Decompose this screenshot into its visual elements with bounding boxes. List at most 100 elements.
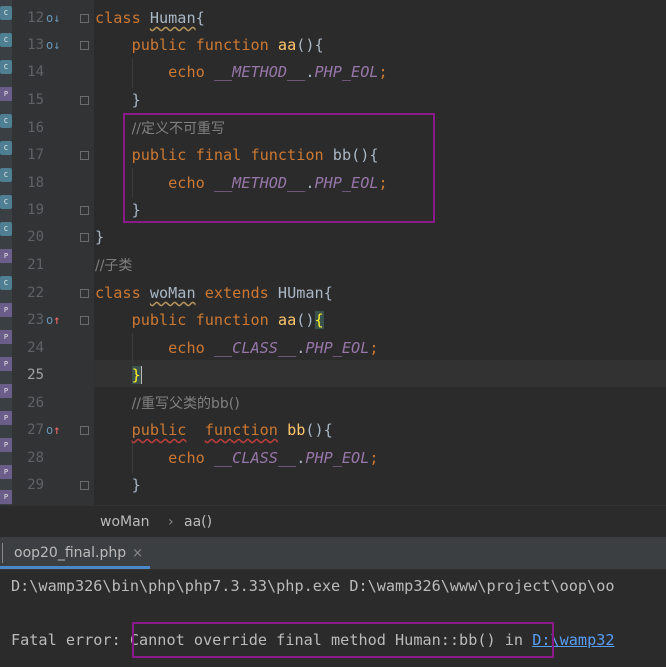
line-number: 21	[27, 257, 44, 273]
fold-icon[interactable]	[80, 14, 89, 23]
class-file-icon[interactable]: C	[0, 114, 12, 128]
php-file-icon[interactable]: P	[0, 330, 12, 344]
run-tool-window-tabs: oop20_final.php ×	[0, 537, 666, 570]
keyword: function	[195, 36, 269, 54]
error-prefix: Fatal error:	[11, 631, 130, 649]
code-line-12[interactable]: class Human{	[95, 5, 205, 32]
breadcrumb-method[interactable]: aa()	[184, 506, 212, 538]
parent-class-name: HUman	[277, 284, 324, 302]
fold-icon[interactable]	[80, 289, 89, 298]
implemented-marker-icon[interactable]: o↓	[46, 32, 60, 59]
class-name: woMan	[149, 284, 196, 302]
close-icon[interactable]: ×	[132, 546, 143, 561]
punct: .	[296, 339, 306, 357]
php-file-icon[interactable]: P	[0, 303, 12, 317]
tab-run-file[interactable]: oop20_final.php ×	[0, 537, 150, 569]
brace: }	[131, 91, 141, 109]
class-file-icon[interactable]: C	[0, 276, 12, 290]
keyword: echo	[168, 449, 205, 467]
fold-icon[interactable]	[80, 96, 89, 105]
line-number: 24	[27, 340, 44, 356]
console-command-line: D:\wamp326\bin\php\php7.3.33\php.exe D:\…	[11, 577, 615, 595]
class-file-icon[interactable]: C	[0, 168, 12, 182]
code-line-27[interactable]: public function bb(){	[95, 417, 333, 444]
overrides-marker-icon[interactable]: o↑	[46, 307, 60, 334]
code-line-13[interactable]: public function aa(){	[95, 32, 324, 59]
overrides-marker-icon[interactable]: o↑	[46, 417, 60, 444]
comment: //重写父类的bb()	[131, 396, 240, 412]
brace: {	[195, 9, 205, 27]
code-line-20[interactable]: }	[95, 224, 104, 251]
comment: //子类	[95, 258, 133, 274]
class-file-icon[interactable]: C	[0, 6, 12, 20]
php-file-icon[interactable]: P	[0, 384, 12, 398]
line-number: 28	[27, 450, 44, 466]
fold-icon[interactable]	[80, 316, 89, 325]
punct: ()	[296, 311, 315, 329]
implemented-marker-icon[interactable]: o↓	[46, 5, 60, 32]
punct: (){	[305, 421, 333, 439]
line-number: 23	[27, 312, 44, 328]
code-line-26[interactable]: //重写父类的bb()	[95, 390, 240, 417]
breadcrumb: woMan › aa()	[0, 505, 666, 538]
php-file-icon[interactable]: P	[0, 438, 12, 452]
fold-icon[interactable]	[80, 206, 89, 215]
keyword: public	[131, 421, 187, 439]
php-file-icon[interactable]: P	[0, 465, 12, 479]
fold-icon[interactable]	[80, 233, 89, 242]
keyword: echo	[168, 63, 205, 81]
line-number: 12	[27, 10, 44, 26]
code-line-14[interactable]: echo __METHOD__.PHP_EOL;	[95, 59, 388, 86]
keyword: public	[131, 311, 187, 329]
keyword: function	[204, 421, 278, 439]
tab-label: oop20_final.php	[14, 545, 127, 561]
code-line-15[interactable]: }	[95, 87, 141, 114]
line-number-active: 25	[27, 367, 44, 383]
class-file-icon[interactable]: C	[0, 60, 12, 74]
code-line-29[interactable]: }	[95, 472, 141, 499]
php-file-icon[interactable]: P	[0, 357, 12, 371]
php-file-icon[interactable]: P	[0, 490, 12, 504]
keyword: class	[95, 284, 141, 302]
breadcrumb-separator: ›	[168, 514, 174, 530]
keyword: class	[95, 9, 141, 27]
fold-icon[interactable]	[80, 426, 89, 435]
punct: (){	[296, 36, 324, 54]
class-file-icon[interactable]: C	[0, 33, 12, 47]
line-number: 17	[27, 147, 44, 163]
tab-separator	[2, 543, 4, 563]
annotation-highlight-box	[123, 113, 435, 223]
php-file-icon[interactable]: P	[0, 411, 12, 425]
code-line-23[interactable]: public function aa(){	[95, 307, 324, 334]
class-file-icon[interactable]: C	[0, 141, 12, 155]
keyword: function	[195, 311, 269, 329]
php-file-icon[interactable]: P	[0, 249, 12, 263]
error-highlight-box	[132, 622, 554, 658]
function-name: aa	[277, 311, 297, 329]
code-line-25[interactable]: }	[95, 362, 142, 389]
run-console-output[interactable]: D:\wamp326\bin\php\php7.3.33\php.exe D:\…	[0, 570, 666, 667]
magic-constant: __CLASS__	[213, 449, 297, 467]
brace: }	[95, 228, 105, 246]
fold-icon[interactable]	[80, 41, 89, 50]
class-file-icon[interactable]: C	[0, 222, 12, 236]
class-file-icon[interactable]: C	[0, 195, 12, 209]
matched-brace: {	[314, 311, 324, 329]
fold-icon[interactable]	[80, 151, 89, 160]
keyword: extends	[204, 284, 269, 302]
semicolon: ;	[378, 63, 388, 81]
line-number: 15	[27, 92, 44, 108]
code-editor[interactable]: C C C P C C C C C P C P P P P P P P P 12…	[0, 0, 666, 505]
code-line-22[interactable]: class woMan extends HUman{	[95, 280, 333, 307]
code-line-24[interactable]: echo __CLASS__.PHP_EOL;	[95, 335, 378, 362]
breadcrumb-class[interactable]: woMan	[100, 506, 150, 538]
fold-icon[interactable]	[80, 481, 89, 490]
line-number: 20	[27, 229, 44, 245]
code-line-21[interactable]: //子类	[95, 252, 132, 279]
left-tool-strip: C C C P C C C C C P C P P P P P P P P	[0, 0, 12, 505]
php-file-icon[interactable]: P	[0, 87, 12, 101]
keyword: public	[131, 36, 187, 54]
code-line-28[interactable]: echo __CLASS__.PHP_EOL;	[95, 445, 378, 472]
function-name: bb	[287, 421, 306, 439]
class-name: Human	[149, 9, 196, 27]
